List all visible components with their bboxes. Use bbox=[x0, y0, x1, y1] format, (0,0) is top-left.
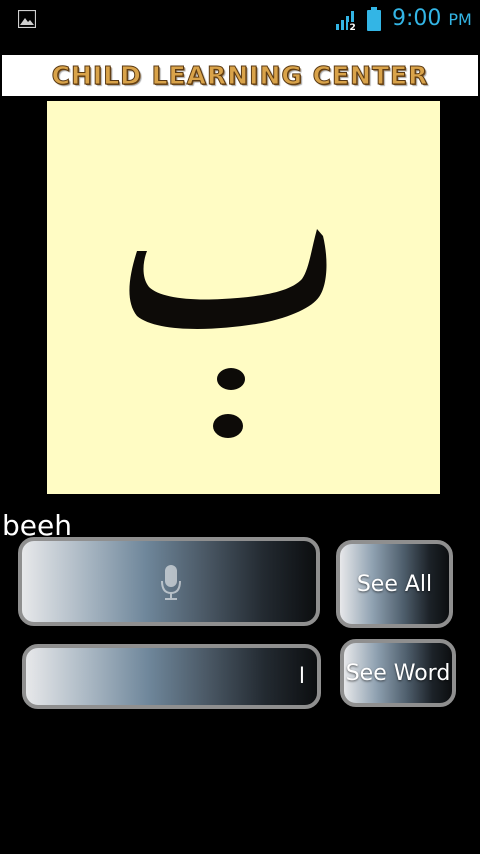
letter-card bbox=[47, 101, 440, 494]
status-bar: 2 9:00 PM bbox=[0, 0, 480, 38]
microphone-icon bbox=[161, 565, 181, 600]
letter-input-value: ا bbox=[298, 663, 305, 689]
signal-icon: 2 bbox=[336, 11, 357, 31]
letter-input-field[interactable]: ا bbox=[22, 644, 321, 709]
voice-input-button[interactable] bbox=[18, 537, 320, 626]
letter-dot-lower bbox=[213, 414, 243, 438]
status-time-ampm: PM bbox=[448, 10, 472, 29]
banner-title: CHILD LEARNING CENTER bbox=[51, 61, 429, 91]
app-banner: CHILD LEARNING CENTER bbox=[2, 55, 478, 96]
network-badge: 2 bbox=[350, 23, 356, 31]
gallery-notification-icon bbox=[18, 10, 36, 28]
status-time-value: 9:00 bbox=[392, 6, 442, 31]
status-time: 9:00 PM bbox=[392, 5, 472, 34]
see-all-button[interactable]: See All bbox=[336, 540, 453, 628]
letter-dot-upper bbox=[217, 368, 245, 390]
battery-icon bbox=[367, 7, 381, 31]
letter-body-stroke bbox=[129, 229, 327, 329]
letter-glyph-image bbox=[129, 229, 327, 438]
see-word-button[interactable]: See Word bbox=[340, 639, 456, 707]
